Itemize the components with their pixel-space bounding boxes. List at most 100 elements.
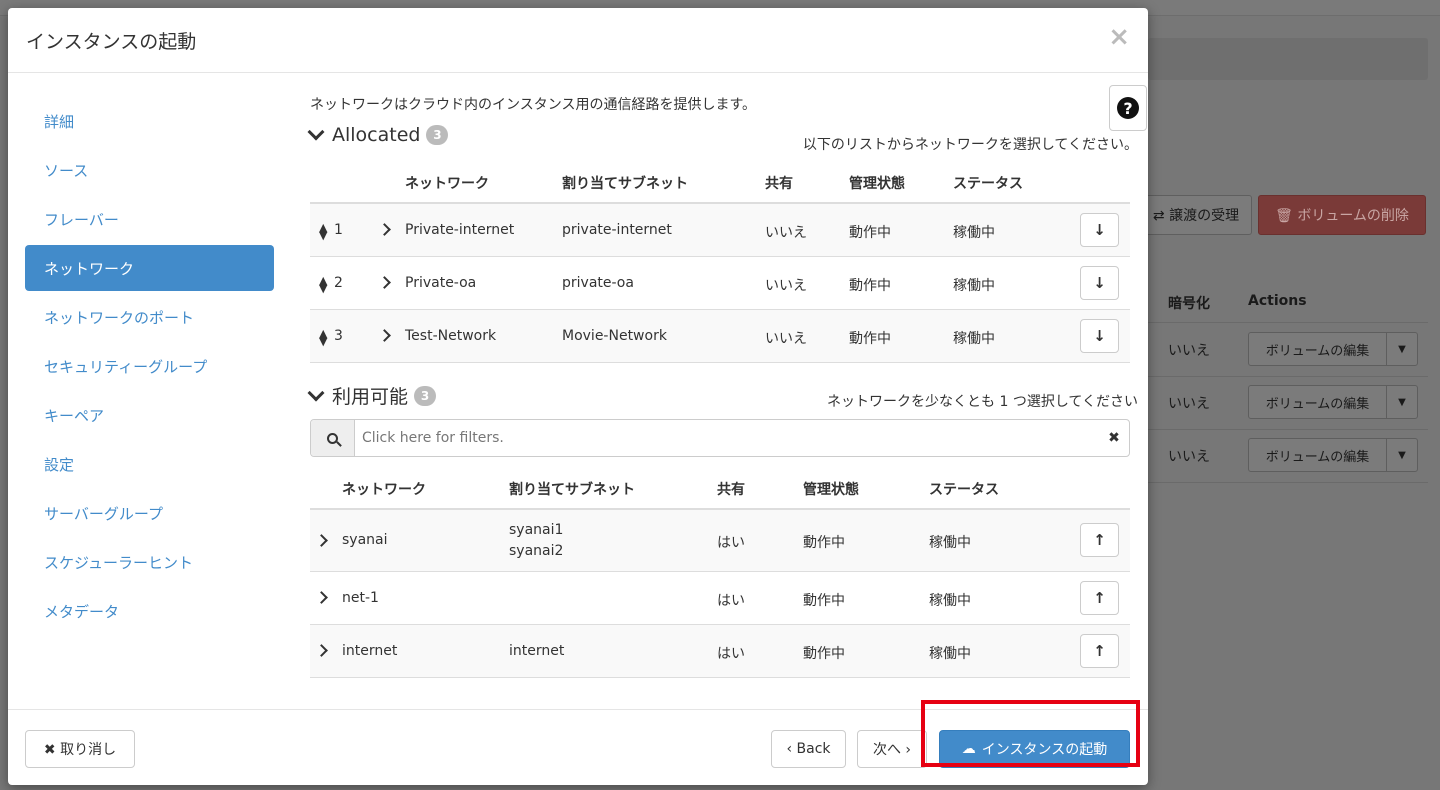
highlight-annotation	[921, 700, 1140, 767]
column-network[interactable]: ネットワーク	[405, 173, 489, 193]
clear-filter-icon[interactable]: ✖	[1099, 430, 1129, 446]
caret-down-icon[interactable]: ▼	[1387, 397, 1417, 408]
column-admin-state[interactable]: 管理状態	[849, 173, 905, 193]
admin-state-cell: 動作中	[849, 278, 891, 294]
question-icon[interactable]: ?	[1117, 97, 1139, 119]
help-button[interactable]: ?	[1109, 85, 1147, 131]
filter-bar[interactable]: Click here for filters. ✖	[310, 419, 1130, 457]
deallocate-button[interactable]: ↓	[1080, 319, 1119, 353]
encryption-cell: いいえ	[1168, 449, 1210, 465]
column-shared[interactable]: 共有	[765, 173, 793, 193]
back-button[interactable]: ‹ Back	[771, 730, 846, 768]
edit-volume-label[interactable]: ボリュームの編集	[1249, 386, 1387, 418]
allocate-button[interactable]: ↑	[1080, 581, 1119, 615]
column-shared[interactable]: 共有	[717, 479, 745, 499]
sidebar-item-key-pair[interactable]: キーペア	[25, 392, 274, 438]
network-cell: net-1	[342, 590, 379, 606]
caret-down-icon[interactable]: ▼	[1387, 450, 1417, 461]
available-hint: ネットワークを少なくとも 1 つ選択してください	[827, 394, 1138, 410]
table-row: internet internet はい 動作中 稼働中 ↑	[310, 625, 1130, 678]
admin-state-cell: 動作中	[803, 646, 845, 662]
column-network[interactable]: ネットワーク	[342, 479, 426, 499]
sidebar-item-network-ports[interactable]: ネットワークのポート	[25, 294, 274, 340]
table-row: ▲ ▼ 3 Test-Network Movie-Network いいえ 動作中 …	[310, 310, 1130, 363]
sort-handle-icon[interactable]: ▲ ▼	[319, 275, 327, 294]
sidebar-item-source[interactable]: ソース	[25, 147, 274, 193]
table-row: net-1 はい 動作中 稼働中 ↑	[310, 572, 1130, 625]
status-cell: 稼働中	[953, 278, 995, 294]
chevron-down-icon[interactable]	[307, 384, 325, 401]
sidebar-item-metadata[interactable]: メタデータ	[25, 588, 274, 634]
table-header: ネットワーク 割り当てサブネット 共有 管理状態 ステータス	[310, 160, 1130, 204]
edit-volume-button[interactable]: ボリュームの編集 ▼	[1248, 385, 1418, 419]
column-status[interactable]: ステータス	[929, 479, 999, 499]
allocated-title[interactable]: Allocated	[332, 124, 420, 146]
network-cell: internet	[342, 643, 398, 659]
chevron-right-icon[interactable]	[378, 276, 391, 289]
order-cell: 2	[334, 275, 343, 291]
allocated-count-badge: 3	[426, 125, 449, 145]
deallocate-button[interactable]: ↓	[1080, 266, 1119, 300]
subnet-cell: internet	[509, 643, 565, 659]
network-cell: Private-internet	[405, 222, 515, 238]
shared-cell: いいえ	[765, 331, 807, 347]
edit-volume-button[interactable]: ボリュームの編集 ▼	[1248, 438, 1418, 472]
delete-volumes-button[interactable]: 🗑 ボリュームの削除	[1258, 195, 1426, 235]
available-section-toggle[interactable]: 利用可能 3	[307, 382, 437, 409]
edit-volume-button[interactable]: ボリュームの編集 ▼	[1248, 332, 1418, 366]
edit-volume-label[interactable]: ボリュームの編集	[1249, 333, 1387, 365]
allocate-button[interactable]: ↑	[1080, 523, 1119, 557]
edit-volume-label[interactable]: ボリュームの編集	[1249, 439, 1387, 471]
subnet-cell: private-oa	[562, 275, 634, 291]
table-row: ▲ ▼ 1 Private-internet private-internet い…	[310, 204, 1130, 257]
chevron-right-icon[interactable]	[315, 644, 328, 657]
sidebar-item-security-groups[interactable]: セキュリティーグループ	[25, 343, 274, 389]
close-icon[interactable]: ×	[1108, 24, 1130, 50]
chevron-down-icon[interactable]	[307, 123, 325, 141]
allocate-button[interactable]: ↑	[1080, 634, 1119, 668]
chevron-right-icon[interactable]	[378, 223, 391, 236]
cancel-button[interactable]: ✖ 取り消し	[25, 730, 135, 768]
encryption-cell: いいえ	[1168, 343, 1210, 359]
table-row: ▲ ▼ 2 Private-oa private-oa いいえ 動作中 稼働中 ↓	[310, 257, 1130, 310]
sidebar-item-flavor[interactable]: フレーバー	[25, 196, 274, 242]
shared-cell: はい	[717, 593, 745, 609]
admin-state-cell: 動作中	[803, 535, 845, 551]
sort-handle-icon[interactable]: ▲ ▼	[319, 328, 327, 347]
status-cell: 稼働中	[929, 593, 971, 609]
order-cell: 3	[334, 328, 343, 344]
subnet-cell: Movie-Network	[562, 328, 667, 344]
admin-state-cell: 動作中	[803, 593, 845, 609]
column-admin-state[interactable]: 管理状態	[803, 479, 859, 499]
column-subnet[interactable]: 割り当てサブネット	[509, 479, 635, 499]
sidebar-item-networks[interactable]: ネットワーク	[25, 245, 274, 291]
wizard-sidebar: 詳細 ソース フレーバー ネットワーク ネットワークのポート セキュリティーグル…	[25, 98, 274, 637]
sidebar-item-details[interactable]: 詳細	[25, 98, 274, 144]
chevron-right-icon[interactable]	[378, 329, 391, 342]
caret-down-icon[interactable]: ▼	[1387, 344, 1417, 355]
available-title[interactable]: 利用可能	[332, 382, 408, 409]
status-cell: 稼働中	[953, 225, 995, 241]
chevron-right-icon[interactable]	[315, 591, 328, 604]
row-divider	[1148, 376, 1428, 377]
sidebar-item-configuration[interactable]: 設定	[25, 441, 274, 487]
allocated-section-toggle[interactable]: Allocated 3	[307, 123, 449, 146]
allocated-table: ネットワーク 割り当てサブネット 共有 管理状態 ステータス ▲ ▼ 1 Priv…	[310, 160, 1130, 363]
filter-input[interactable]: Click here for filters.	[355, 430, 1099, 446]
column-status[interactable]: ステータス	[953, 173, 1023, 193]
subnet-cell: syanai2	[509, 543, 564, 559]
search-icon	[311, 420, 355, 456]
sort-handle-icon[interactable]: ▲ ▼	[319, 222, 327, 241]
sidebar-item-scheduler-hints[interactable]: スケジューラーヒント	[25, 539, 274, 585]
sidebar-item-server-groups[interactable]: サーバーグループ	[25, 490, 274, 536]
accept-transfer-button[interactable]: ⇄ 譲渡の受理	[1140, 195, 1252, 235]
network-cell: syanai	[342, 532, 388, 548]
chevron-right-icon[interactable]	[315, 534, 328, 547]
deallocate-button[interactable]: ↓	[1080, 213, 1119, 247]
shared-cell: いいえ	[765, 225, 807, 241]
step-description: ネットワークはクラウド内のインスタンス用の通信経路を提供します。	[310, 97, 757, 113]
admin-state-cell: 動作中	[849, 331, 891, 347]
modal-title: インスタンスの起動	[26, 30, 197, 53]
column-subnet[interactable]: 割り当てサブネット	[562, 173, 688, 193]
next-button[interactable]: 次へ ›	[857, 730, 927, 768]
